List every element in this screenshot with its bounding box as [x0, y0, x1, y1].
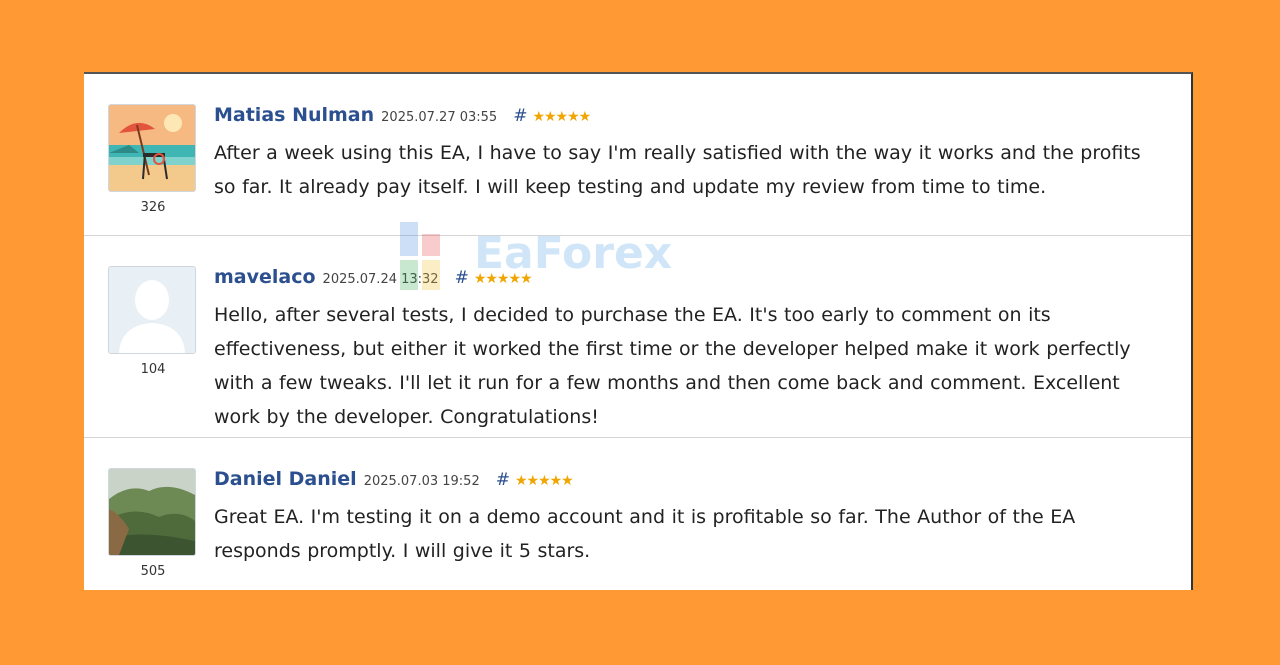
beach-avatar-icon[interactable]: [108, 104, 196, 192]
author-name[interactable]: Daniel Daniel: [214, 468, 357, 490]
avatar-column: 326: [108, 104, 198, 215]
post-count: 104: [140, 362, 166, 377]
review-content: Matias Nulman 2025.07.27 03:55 # ★★★★★ A…: [214, 104, 1164, 204]
review-content: Daniel Daniel 2025.07.03 19:52 # ★★★★★ G…: [214, 468, 1164, 568]
reviews-panel: 326 Matias Nulman 2025.07.27 03:55 # ★★★…: [84, 72, 1193, 590]
review-date: 2025.07.27 03:55: [381, 110, 498, 125]
permalink-hash[interactable]: #: [455, 268, 469, 288]
post-count: 505: [140, 564, 166, 579]
author-name[interactable]: mavelaco: [214, 266, 316, 288]
permalink-hash[interactable]: #: [513, 106, 527, 126]
review-item: 104 mavelaco 2025.07.24 13:32 # ★★★★★ He…: [84, 236, 1191, 438]
post-count: 326: [140, 200, 166, 215]
default-user-avatar-icon[interactable]: [108, 266, 196, 354]
review-date: 2025.07.03 19:52: [363, 474, 480, 489]
star-rating: ★★★★★: [473, 271, 533, 287]
review-item: 326 Matias Nulman 2025.07.27 03:55 # ★★★…: [84, 74, 1191, 236]
review-header: mavelaco 2025.07.24 13:32 # ★★★★★: [214, 266, 1164, 290]
permalink-hash[interactable]: #: [496, 470, 510, 490]
mountain-avatar-icon[interactable]: [108, 468, 196, 556]
review-header: Matias Nulman 2025.07.27 03:55 # ★★★★★: [214, 104, 1164, 128]
review-text: Hello, after several tests, I decided to…: [214, 304, 1131, 428]
review-content: mavelaco 2025.07.24 13:32 # ★★★★★ Hello,…: [214, 266, 1164, 434]
avatar-column: 505: [108, 468, 198, 579]
review-header: Daniel Daniel 2025.07.03 19:52 # ★★★★★: [214, 468, 1164, 492]
review-date: 2025.07.24 13:32: [322, 272, 439, 287]
review-item: 505 Daniel Daniel 2025.07.03 19:52 # ★★★…: [84, 438, 1191, 590]
review-text: Great EA. I'm testing it on a demo accou…: [214, 506, 1076, 562]
author-name[interactable]: Matias Nulman: [214, 104, 374, 126]
avatar-column: 104: [108, 266, 198, 377]
star-rating: ★★★★★: [532, 109, 591, 125]
review-text: After a week using this EA, I have to sa…: [214, 142, 1141, 198]
star-rating: ★★★★★: [514, 473, 574, 489]
